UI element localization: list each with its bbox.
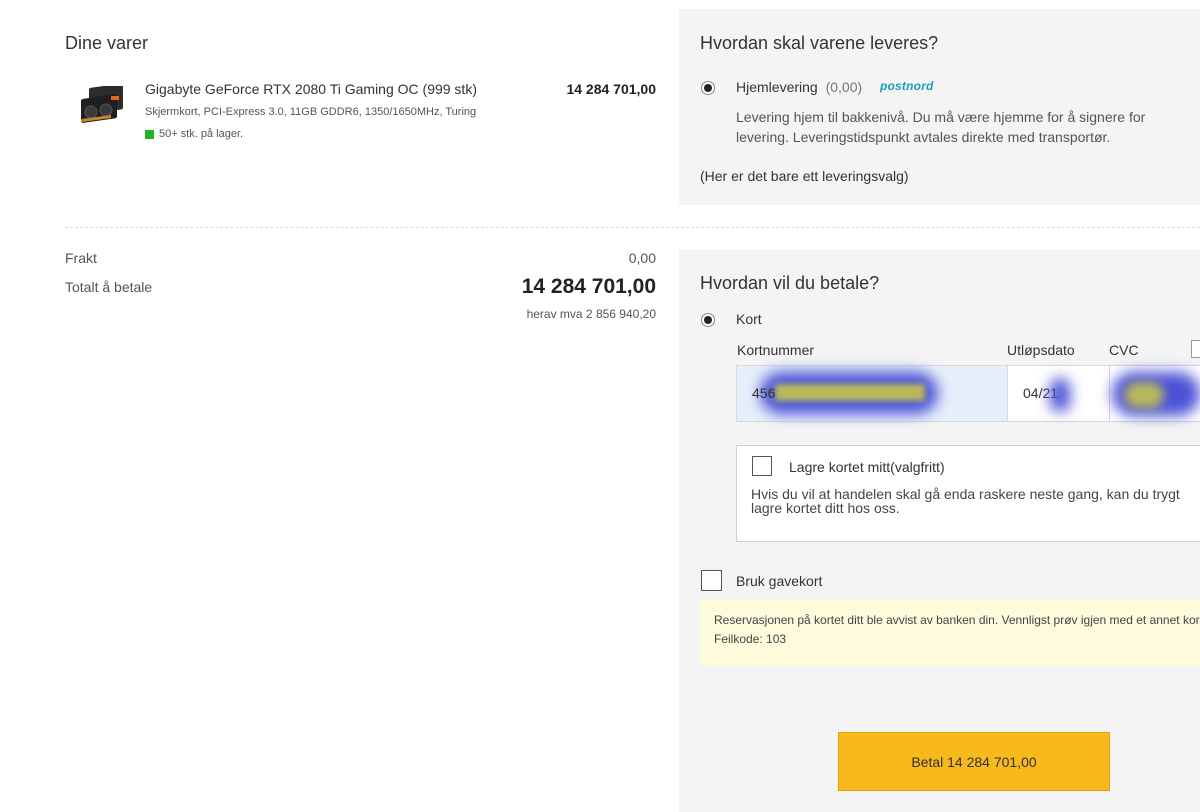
delivery-description: Levering hjem til bakkenivå. Du må være … <box>736 109 1146 145</box>
total-label: Totalt å betale <box>65 279 153 295</box>
card-number-value[interactable]: 456 <box>752 385 775 401</box>
cart-title: Dine varer <box>65 33 149 53</box>
field-separator <box>1007 366 1008 421</box>
card-radio[interactable] <box>701 313 715 327</box>
delivery-title: Hvordan skal varene leveres? <box>700 33 939 53</box>
vat-amount: herav mva 2 856 940,20 <box>526 307 656 321</box>
product-price: 14 284 701,00 <box>566 81 656 97</box>
cvc-help-icon[interactable] <box>1191 340 1200 358</box>
card-method-label[interactable]: Kort <box>736 311 762 327</box>
card-number-label: Kortnummer <box>737 342 815 358</box>
redaction-blur <box>775 384 925 401</box>
in-stock-icon <box>145 129 154 139</box>
save-card-checkbox[interactable] <box>752 456 772 476</box>
stock-status: 50+ stk. på lager. <box>145 128 243 140</box>
pay-button[interactable]: Betal 14 284 701,00 <box>838 732 1110 791</box>
payment-error-text: Reservasjonen på kortet ditt ble avvist … <box>714 613 1200 646</box>
delivery-radio[interactable] <box>701 81 715 95</box>
payment-title: Hvordan vil du betale? <box>700 273 880 293</box>
radio-selected-dot <box>704 316 712 324</box>
divider <box>65 227 1200 228</box>
postnord-logo: postnord <box>880 79 934 93</box>
product-description: Skjermkort, PCI-Express 3.0, 11GB GDDR6,… <box>145 106 477 118</box>
expiry-label: Utløpsdato <box>1007 342 1075 358</box>
stock-text: 50+ stk. på lager. <box>159 128 244 140</box>
product-image[interactable] <box>75 86 129 130</box>
field-separator <box>1109 366 1110 421</box>
save-card-label[interactable]: Lagre kortet mitt(valgfritt) <box>789 459 945 475</box>
gift-card-checkbox[interactable] <box>701 570 722 591</box>
cvc-field[interactable] <box>1111 366 1200 421</box>
product-name[interactable]: Gigabyte GeForce RTX 2080 Ti Gaming OC (… <box>145 81 477 97</box>
delivery-option-label: Hjemlevering <box>736 79 818 95</box>
shipping-label: Frakt <box>65 250 97 266</box>
save-card-description: Hvis du vil at handelen skal gå enda ras… <box>751 486 1180 516</box>
redaction-blur <box>1050 378 1070 412</box>
delivery-option[interactable]: Hjemlevering (0,00) <box>736 79 862 95</box>
radio-selected-dot <box>704 84 712 92</box>
cvc-label: CVC <box>1109 342 1139 358</box>
shipping-value: 0,00 <box>628 250 656 266</box>
total-value: 14 284 701,00 <box>521 275 656 298</box>
gift-card-label[interactable]: Bruk gavekort <box>736 573 822 589</box>
delivery-option-price: (0,00) <box>825 79 863 95</box>
delivery-note: (Her er det bare ett leveringsvalg) <box>700 168 909 184</box>
